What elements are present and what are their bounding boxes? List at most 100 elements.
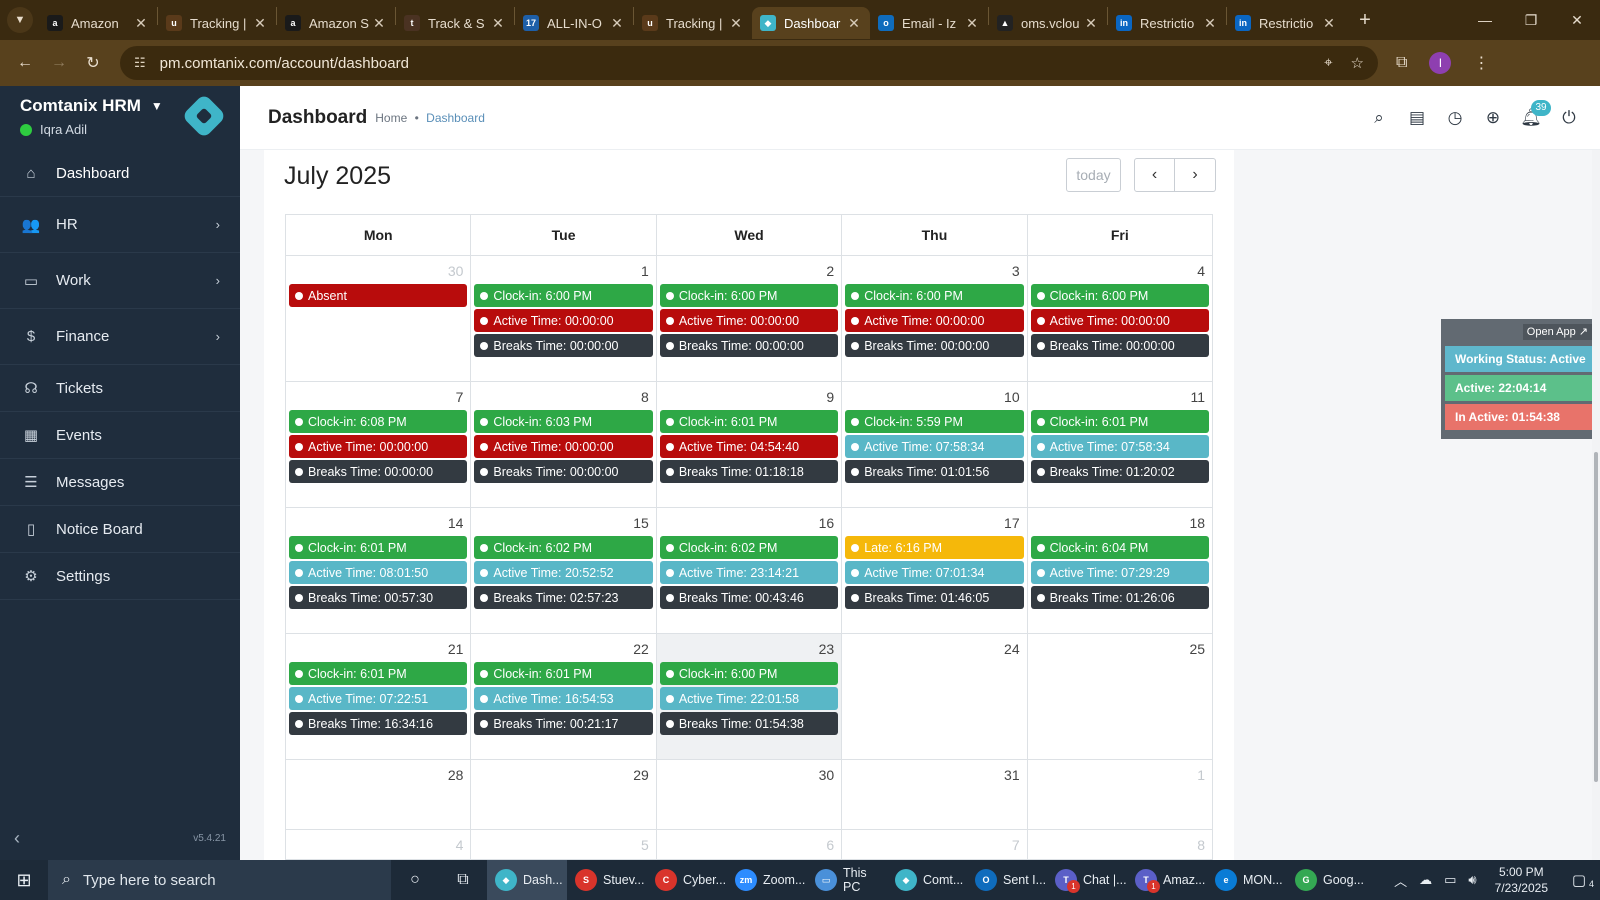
calendar-day-cell[interactable]: 21 Clock-in: 6:01 PM Active Time: 07:22:51…	[286, 634, 472, 760]
calendar-day-cell[interactable]: 30	[656, 760, 843, 830]
browser-tab[interactable]: in Restrictio ✕	[1227, 7, 1345, 39]
taskbar-app[interactable]: zm Zoom...	[727, 860, 807, 900]
calendar-event[interactable]: Clock-in: 6:03 PM	[474, 410, 653, 433]
sidebar-item-messages[interactable]: ☰ Messages	[0, 459, 240, 506]
calendar-day-cell[interactable]: 23 Clock-in: 6:00 PM Active Time: 22:01:58…	[656, 634, 843, 760]
calendar-day-cell[interactable]: 15 Clock-in: 6:02 PM Active Time: 20:52:52…	[471, 508, 657, 634]
taskbar-app[interactable]: G Goog...	[1287, 860, 1367, 900]
restore-icon[interactable]: ❐	[1508, 0, 1554, 40]
calendar-day-cell[interactable]: 7	[842, 830, 1028, 860]
browser-tab[interactable]: a Amazon ✕	[39, 7, 157, 39]
tab-close-icon[interactable]: ✕	[490, 15, 506, 32]
forward-icon[interactable]: →	[42, 46, 76, 80]
calendar-event[interactable]: Clock-in: 6:00 PM	[659, 284, 839, 307]
tab-search-button[interactable]: ▼	[7, 7, 33, 33]
calendar-event[interactable]: Late: 6:16 PM	[845, 536, 1024, 559]
sticky-note-icon[interactable]: ▤	[1408, 108, 1426, 127]
prev-month-button[interactable]: ‹	[1134, 158, 1175, 192]
calendar-event[interactable]: Clock-in: 6:00 PM	[845, 284, 1024, 307]
calendar-day-cell[interactable]: 3 Clock-in: 6:00 PM Active Time: 00:00:00 B…	[842, 256, 1028, 382]
calendar-event[interactable]: Breaks Time: 00:57:30	[289, 586, 468, 609]
profile-avatar[interactable]: I	[1429, 52, 1452, 74]
browser-menu-icon[interactable]: ⋮	[1473, 53, 1489, 73]
collapse-sidebar-icon[interactable]: ‹	[14, 828, 20, 849]
calendar-day-cell[interactable]: 8 Clock-in: 6:03 PM Active Time: 00:00:00 B…	[471, 382, 657, 508]
calendar-event[interactable]: Active Time: 07:29:29	[1030, 561, 1210, 584]
tray-chevron-up-icon[interactable]: ︿	[1394, 871, 1407, 890]
onedrive-icon[interactable]: ☁	[1419, 872, 1432, 888]
open-app-button[interactable]: Open App ↗	[1522, 324, 1592, 340]
calendar-event[interactable]: Active Time: 22:01:58	[659, 687, 839, 710]
calendar-day-cell[interactable]: 4	[286, 830, 472, 860]
calendar-event[interactable]: Clock-in: 6:01 PM	[289, 536, 468, 559]
calendar-event[interactable]: Breaks Time: 00:00:00	[474, 334, 653, 357]
calendar-day-cell[interactable]: 31	[842, 760, 1028, 830]
taskbar-search[interactable]: ⌕ Type here to search	[48, 860, 391, 900]
sidebar-item-events[interactable]: ▦ Events	[0, 412, 240, 459]
close-window-icon[interactable]: ✕	[1554, 0, 1600, 40]
taskbar-app[interactable]: e MON...	[1207, 860, 1287, 900]
browser-tab[interactable]: u Tracking | ✕	[158, 7, 276, 39]
calendar-day-cell[interactable]: 22 Clock-in: 6:01 PM Active Time: 16:54:53…	[471, 634, 657, 760]
location-icon[interactable]: ⌖	[1324, 54, 1332, 72]
calendar-day-cell[interactable]: 1 Clock-in: 6:00 PM Active Time: 00:00:00 B…	[471, 256, 657, 382]
breadcrumb-home[interactable]: Home	[375, 111, 407, 125]
calendar-day-cell[interactable]: 1	[1027, 760, 1214, 830]
calendar-day-cell[interactable]: 10 Clock-in: 5:59 PM Active Time: 07:58:34…	[842, 382, 1028, 508]
scrollbar-thumb[interactable]	[1594, 452, 1598, 782]
calendar-event[interactable]: Active Time: 04:54:40	[659, 435, 839, 458]
calendar-event[interactable]: Active Time: 07:01:34	[845, 561, 1024, 584]
sidebar-item-settings[interactable]: ⚙ Settings	[0, 553, 240, 600]
taskbar-app[interactable]: T Chat |... 1	[1047, 860, 1127, 900]
calendar-event[interactable]: Absent	[289, 284, 468, 307]
calendar-event[interactable]: Breaks Time: 00:00:00	[289, 460, 468, 483]
tab-close-icon[interactable]: ✕	[252, 15, 268, 32]
new-tab-button[interactable]: +	[1351, 9, 1379, 32]
calendar-event[interactable]: Active Time: 07:58:34	[845, 435, 1024, 458]
browser-tab[interactable]: o Email - Iz ✕	[870, 7, 988, 39]
calendar-event[interactable]: Clock-in: 6:02 PM	[659, 536, 839, 559]
cortana-icon[interactable]: ○	[391, 860, 439, 900]
calendar-event[interactable]: Breaks Time: 00:00:00	[659, 334, 839, 357]
calendar-day-cell[interactable]: 17 Late: 6:16 PM Active Time: 07:01:34 Brea…	[842, 508, 1028, 634]
calendar-event[interactable]: Active Time: 20:52:52	[474, 561, 653, 584]
calendar-event[interactable]: Clock-in: 6:01 PM	[289, 662, 468, 685]
calendar-event[interactable]: Active Time: 07:58:34	[1030, 435, 1210, 458]
calendar-event[interactable]: Breaks Time: 00:21:17	[474, 712, 653, 735]
calendar-day-cell[interactable]: 18 Clock-in: 6:04 PM Active Time: 07:29:29…	[1027, 508, 1214, 634]
calendar-event[interactable]: Breaks Time: 01:01:56	[845, 460, 1024, 483]
calendar-day-cell[interactable]: 25	[1027, 634, 1214, 760]
calendar-day-cell[interactable]: 24	[842, 634, 1028, 760]
calendar-event[interactable]: Clock-in: 6:01 PM	[659, 410, 839, 433]
calendar-event[interactable]: Breaks Time: 01:18:18	[659, 460, 839, 483]
tab-close-icon[interactable]: ✕	[964, 15, 980, 32]
calendar-day-cell[interactable]: 9 Clock-in: 6:01 PM Active Time: 04:54:40 B…	[656, 382, 843, 508]
calendar-day-cell[interactable]: 11 Clock-in: 6:01 PM Active Time: 07:58:34…	[1027, 382, 1214, 508]
sidebar-item-hr[interactable]: 👥 HR ›	[0, 197, 240, 253]
calendar-event[interactable]: Active Time: 00:00:00	[845, 309, 1024, 332]
calendar-event[interactable]: Clock-in: 5:59 PM	[845, 410, 1024, 433]
next-month-button[interactable]: ›	[1175, 158, 1216, 192]
sidebar-item-dashboard[interactable]: ⌂ Dashboard	[0, 150, 240, 197]
tab-close-icon[interactable]: ✕	[133, 15, 149, 32]
calendar-day-cell[interactable]: 14 Clock-in: 6:01 PM Active Time: 08:01:50…	[286, 508, 472, 634]
browser-tab[interactable]: a Amazon S ✕	[277, 7, 395, 39]
power-icon[interactable]: ⏻	[1560, 108, 1578, 127]
calendar-day-cell[interactable]: 29	[471, 760, 657, 830]
taskbar-app[interactable]: C Cyber...	[647, 860, 727, 900]
tab-close-icon[interactable]: ✕	[1321, 15, 1337, 32]
taskbar-app[interactable]: S Stuev...	[567, 860, 647, 900]
browser-tab[interactable]: 17 ALL-IN-O ✕	[515, 7, 633, 39]
back-icon[interactable]: ←	[8, 46, 42, 80]
calendar-event[interactable]: Breaks Time: 00:00:00	[845, 334, 1024, 357]
browser-tab[interactable]: in Restrictio ✕	[1108, 7, 1226, 39]
calendar-day-cell[interactable]: 2 Clock-in: 6:00 PM Active Time: 00:00:00 B…	[656, 256, 843, 382]
calendar-day-cell[interactable]: 30 Absent	[286, 256, 472, 382]
calendar-event[interactable]: Breaks Time: 01:46:05	[845, 586, 1024, 609]
calendar-event[interactable]: Breaks Time: 00:00:00	[474, 460, 653, 483]
browser-tab[interactable]: t Track & S ✕	[396, 7, 514, 39]
calendar-event[interactable]: Active Time: 00:00:00	[289, 435, 468, 458]
calendar-event[interactable]: Clock-in: 6:01 PM	[474, 662, 653, 685]
calendar-event[interactable]: Active Time: 07:22:51	[289, 687, 468, 710]
calendar-event[interactable]: Active Time: 08:01:50	[289, 561, 468, 584]
